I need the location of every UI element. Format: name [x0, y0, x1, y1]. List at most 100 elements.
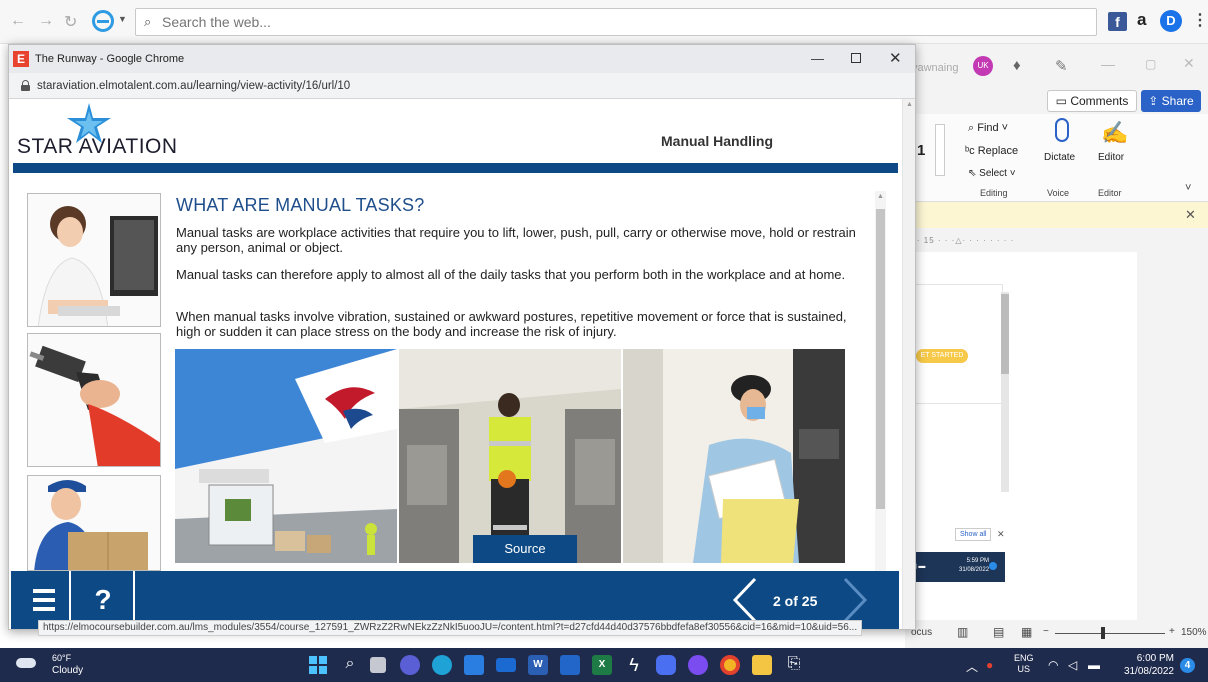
scrollbar-thumb[interactable] [876, 209, 885, 509]
previous-page-icon[interactable] [731, 577, 761, 623]
page-counter: 2 of 25 [773, 593, 818, 609]
scrollbar-thumb[interactable] [1001, 294, 1009, 374]
embedded-time: 5:59 PM [966, 558, 990, 564]
comments-label: Comments [1070, 94, 1129, 108]
read-mode-icon[interactable]: ▥ [957, 625, 968, 639]
forward-arrow-icon[interactable]: → [38, 12, 54, 30]
language-indicator[interactable]: ENG US [1014, 653, 1034, 675]
cloud-icon[interactable] [16, 658, 36, 668]
zoom-app-icon[interactable] [656, 655, 676, 675]
weather-temperature[interactable]: 60°F [52, 653, 71, 663]
content-scrollbar[interactable]: ▲ [875, 191, 886, 571]
more-menu-icon[interactable]: ⋮ [1192, 10, 1208, 30]
edge-icon[interactable] [432, 655, 452, 675]
elmo-favicon-icon: E [13, 51, 29, 67]
close-icon[interactable]: ✕ [997, 529, 1005, 540]
url-text[interactable]: staraviation.elmotalent.com.au/learning/… [37, 80, 350, 92]
address-bar[interactable]: staraviation.elmotalent.com.au/learning/… [9, 73, 915, 99]
notification-badge[interactable]: 4 [1180, 658, 1195, 673]
select-button[interactable]: ⇖ Select ˅ [968, 168, 1016, 179]
weather-description[interactable]: Cloudy [52, 665, 83, 676]
link-status-tooltip: https://elmocoursebuilder.com.au/lms_mod… [38, 620, 863, 636]
ribbon: 1 ⌕ Find ˅ ᵇc Replace ⇖ Select ˅ Dictate… [905, 114, 1208, 202]
maximize-icon[interactable] [851, 53, 861, 63]
back-arrow-icon[interactable]: ← [10, 12, 26, 30]
amazon-icon[interactable]: a [1137, 10, 1146, 30]
editor-label[interactable]: Editor [1098, 152, 1124, 163]
scroll-up-icon[interactable]: ▲ [877, 193, 884, 200]
app-circle-icon[interactable] [688, 655, 708, 675]
chevron-down-icon[interactable]: ▼ [118, 14, 127, 24]
print-layout-icon[interactable]: ▤ [993, 625, 1004, 639]
aircraft-cargo-photo [175, 349, 397, 563]
planner-icon[interactable] [560, 655, 580, 675]
task-view-icon[interactable] [370, 657, 386, 673]
file-explorer-icon[interactable] [752, 655, 772, 675]
volume-icon[interactable]: ◁ [1068, 658, 1077, 672]
excel-icon[interactable]: X [592, 655, 612, 675]
close-icon[interactable]: ✕ [1185, 207, 1196, 223]
share-button[interactable]: ⇪ Share [1141, 90, 1201, 112]
web-layout-icon[interactable]: ▦ [1021, 625, 1032, 639]
zoom-in-icon[interactable]: + [1169, 626, 1175, 637]
scrollbar[interactable] [1001, 292, 1009, 492]
editor-pen-icon[interactable]: ✍ [1101, 120, 1128, 146]
course-viewport: ▲ STAR AVIATION Manual Handling WHAT ARE… [9, 99, 915, 629]
show-all-button[interactable]: Show all [955, 528, 992, 541]
zoom-slider[interactable] [1055, 633, 1165, 634]
system-clock[interactable]: 6:00 PM 31/08/2022 [1118, 652, 1174, 678]
dictate-label[interactable]: Dictate [1044, 152, 1075, 163]
cabin-worker-photo [399, 349, 621, 563]
next-page-icon[interactable] [839, 577, 869, 623]
show-hidden-icons-icon[interactable]: ︿ [966, 658, 978, 675]
refresh-icon[interactable]: ↻ [64, 12, 77, 32]
paragraph: Manual tasks are workplace activities th… [176, 225, 856, 255]
window-title: The Runway - Google Chrome [35, 53, 185, 65]
facebook-icon[interactable]: f [1108, 12, 1127, 31]
word-icon[interactable]: W [528, 655, 548, 675]
search-icon[interactable]: ⌕ [340, 655, 360, 675]
search-box[interactable]: ⌕ [135, 8, 1097, 36]
store-icon[interactable] [464, 655, 484, 675]
delivery-worker-image [27, 475, 161, 571]
wifi-icon[interactable]: ◠ [1048, 658, 1058, 672]
find-button[interactable]: ⌕ Find ˅ [968, 122, 1008, 135]
extension-d-icon[interactable]: D [1160, 10, 1182, 32]
windows-start-icon[interactable] [308, 655, 328, 675]
mail-icon[interactable] [496, 658, 516, 672]
font-size-value[interactable]: 1 [917, 142, 925, 159]
internet-explorer-icon[interactable] [92, 10, 114, 32]
find-icon: ⌕ [968, 122, 978, 134]
battery-icon[interactable]: ▬ [1088, 658, 1100, 672]
close-icon[interactable]: ✕ [1183, 55, 1195, 72]
snipping-tool-icon[interactable]: ⎘ [784, 655, 804, 675]
page-scrollbar[interactable]: ▲ [902, 99, 915, 629]
zoom-slider-thumb[interactable] [1101, 627, 1105, 639]
search-input[interactable] [162, 12, 1062, 32]
chrome-icon[interactable] [720, 655, 740, 675]
document-page: ET STARTED Show all ✕ ◁ ▬ 5:59 PM 31/08/2… [905, 252, 1137, 620]
source-button[interactable]: Source [473, 535, 577, 563]
scroll-up-icon[interactable]: ▲ [906, 101, 913, 108]
restore-icon[interactable]: ▢ [1145, 57, 1156, 71]
ribbon-collapse-icon[interactable]: ˅ [1185, 182, 1191, 194]
close-icon[interactable]: ✕ [889, 49, 902, 67]
clock-time: 6:00 PM [1136, 653, 1174, 664]
minimize-icon[interactable]: — [811, 51, 824, 66]
zoom-out-icon[interactable]: − [1043, 626, 1049, 637]
replace-button[interactable]: ᵇc Replace [965, 145, 1018, 157]
course-header: STAR AVIATION Manual Handling [9, 99, 899, 163]
microphone-icon[interactable] [1055, 118, 1069, 142]
diamond-icon[interactable]: ♦ [1013, 57, 1021, 74]
minimize-icon[interactable]: — [1101, 56, 1115, 72]
tray-app-icon[interactable]: ● [986, 658, 993, 672]
avatar[interactable]: UK [973, 56, 993, 76]
gallery-scroll[interactable] [935, 124, 945, 176]
power-automate-icon[interactable]: ϟ [624, 655, 644, 675]
pen-icon[interactable]: ✎ [1055, 57, 1068, 75]
zoom-level[interactable]: 150% [1181, 627, 1207, 638]
comments-button[interactable]: ▭ Comments [1047, 90, 1137, 112]
teams-chat-icon[interactable] [400, 655, 420, 675]
header-divider [13, 163, 898, 173]
notification-dot [989, 562, 997, 570]
